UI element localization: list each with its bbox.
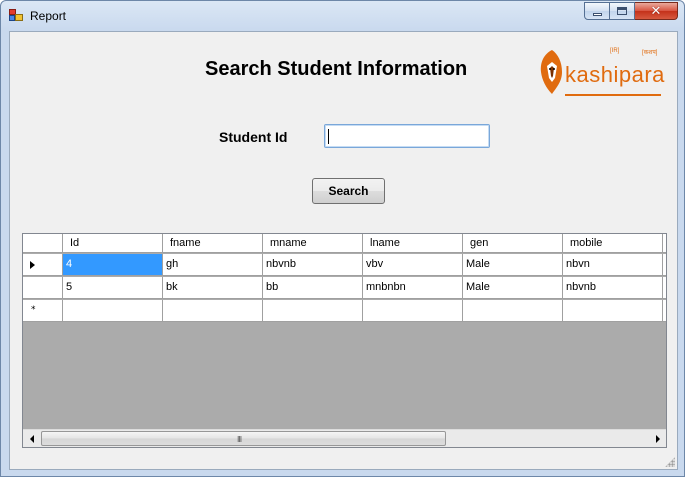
table-cell-mname[interactable]	[263, 300, 363, 321]
table-cell-fname[interactable]: gh	[163, 254, 263, 275]
table-cell-fname[interactable]	[163, 300, 263, 321]
logo-small-right: [कशप]	[642, 50, 658, 56]
table-cell-mobile[interactable]: nbvnb	[563, 277, 663, 298]
table-cell-gen[interactable]: Male	[463, 277, 563, 298]
table-cell-lname[interactable]: vbv	[363, 254, 463, 275]
column-header-fname[interactable]: fname	[163, 234, 263, 252]
table-cell-lname[interactable]	[363, 300, 463, 321]
resize-grip-icon[interactable]	[665, 457, 675, 467]
report-window: Report ✕ Search Student Information [IR]	[0, 0, 685, 477]
student-data-grid[interactable]: Id fname mname lname gen mobile 4 gh nbv…	[22, 233, 667, 448]
caption-buttons: ✕	[584, 2, 678, 20]
student-id-input[interactable]	[324, 124, 490, 148]
grip-icon: III	[237, 435, 242, 444]
table-cell-gen[interactable]: Male	[463, 254, 563, 275]
table-row[interactable]: 4 gh nbvnb vbv Male nbvn	[23, 254, 666, 276]
minimize-button[interactable]	[584, 2, 610, 20]
table-cell-id[interactable]: 5	[63, 277, 163, 298]
new-row[interactable]: *	[23, 300, 666, 322]
horizontal-scrollbar[interactable]: III	[23, 429, 666, 447]
table-cell-mobile[interactable]: nbvn	[563, 254, 663, 275]
title-bar[interactable]: Report ✕	[1, 1, 684, 31]
window-title: Report	[30, 9, 67, 23]
row-header[interactable]	[23, 277, 63, 298]
scroll-thumb[interactable]: III	[41, 431, 446, 446]
column-header-gen[interactable]: gen	[463, 234, 563, 252]
logo-small-left: [IR]	[610, 48, 620, 54]
table-cell-mname[interactable]: bb	[263, 277, 363, 298]
student-id-label: Student Id	[219, 129, 288, 145]
maximize-icon	[617, 7, 627, 15]
table-cell-id[interactable]	[63, 300, 163, 321]
column-header-lname[interactable]: lname	[363, 234, 463, 252]
current-row-icon	[30, 261, 35, 269]
client-area: Search Student Information [IR] [कशप] ka…	[9, 31, 678, 470]
column-header-id[interactable]: Id	[63, 234, 163, 252]
table-cell-fname[interactable]: bk	[163, 277, 263, 298]
table-cell-id[interactable]: 4	[63, 254, 163, 275]
arrow-right-icon	[655, 434, 660, 443]
lion-head-icon	[540, 50, 562, 94]
table-cell-lname[interactable]: mnbnbn	[363, 277, 463, 298]
kashipara-logo: [IR] [कशप] kashipara	[538, 44, 664, 106]
row-header[interactable]	[23, 254, 63, 275]
arrow-left-icon	[29, 434, 34, 443]
column-header-mobile[interactable]: mobile	[563, 234, 663, 252]
page-title: Search Student Information	[205, 58, 468, 80]
new-row-icon: *	[31, 305, 36, 315]
table-cell-gen[interactable]	[463, 300, 563, 321]
maximize-button[interactable]	[610, 2, 635, 20]
logo-text: kashipara	[565, 62, 665, 87]
scroll-right-button[interactable]	[649, 430, 666, 447]
row-header[interactable]: *	[23, 300, 63, 321]
search-button[interactable]: Search	[312, 178, 385, 204]
text-caret	[328, 129, 329, 144]
table-row[interactable]: 5 bk bb mnbnbn Male nbvnb	[23, 277, 666, 299]
minimize-icon	[592, 12, 602, 16]
grid-header-row: Id fname mname lname gen mobile	[23, 234, 666, 253]
scroll-left-button[interactable]	[23, 430, 40, 447]
table-cell-mname[interactable]: nbvnb	[263, 254, 363, 275]
column-header-mname[interactable]: mname	[263, 234, 363, 252]
close-button[interactable]: ✕	[635, 2, 678, 20]
app-icon[interactable]	[9, 9, 23, 21]
close-icon: ✕	[650, 3, 662, 19]
grid-corner-header[interactable]	[23, 234, 63, 252]
table-cell-mobile[interactable]	[563, 300, 663, 321]
logo-underline	[565, 94, 661, 96]
